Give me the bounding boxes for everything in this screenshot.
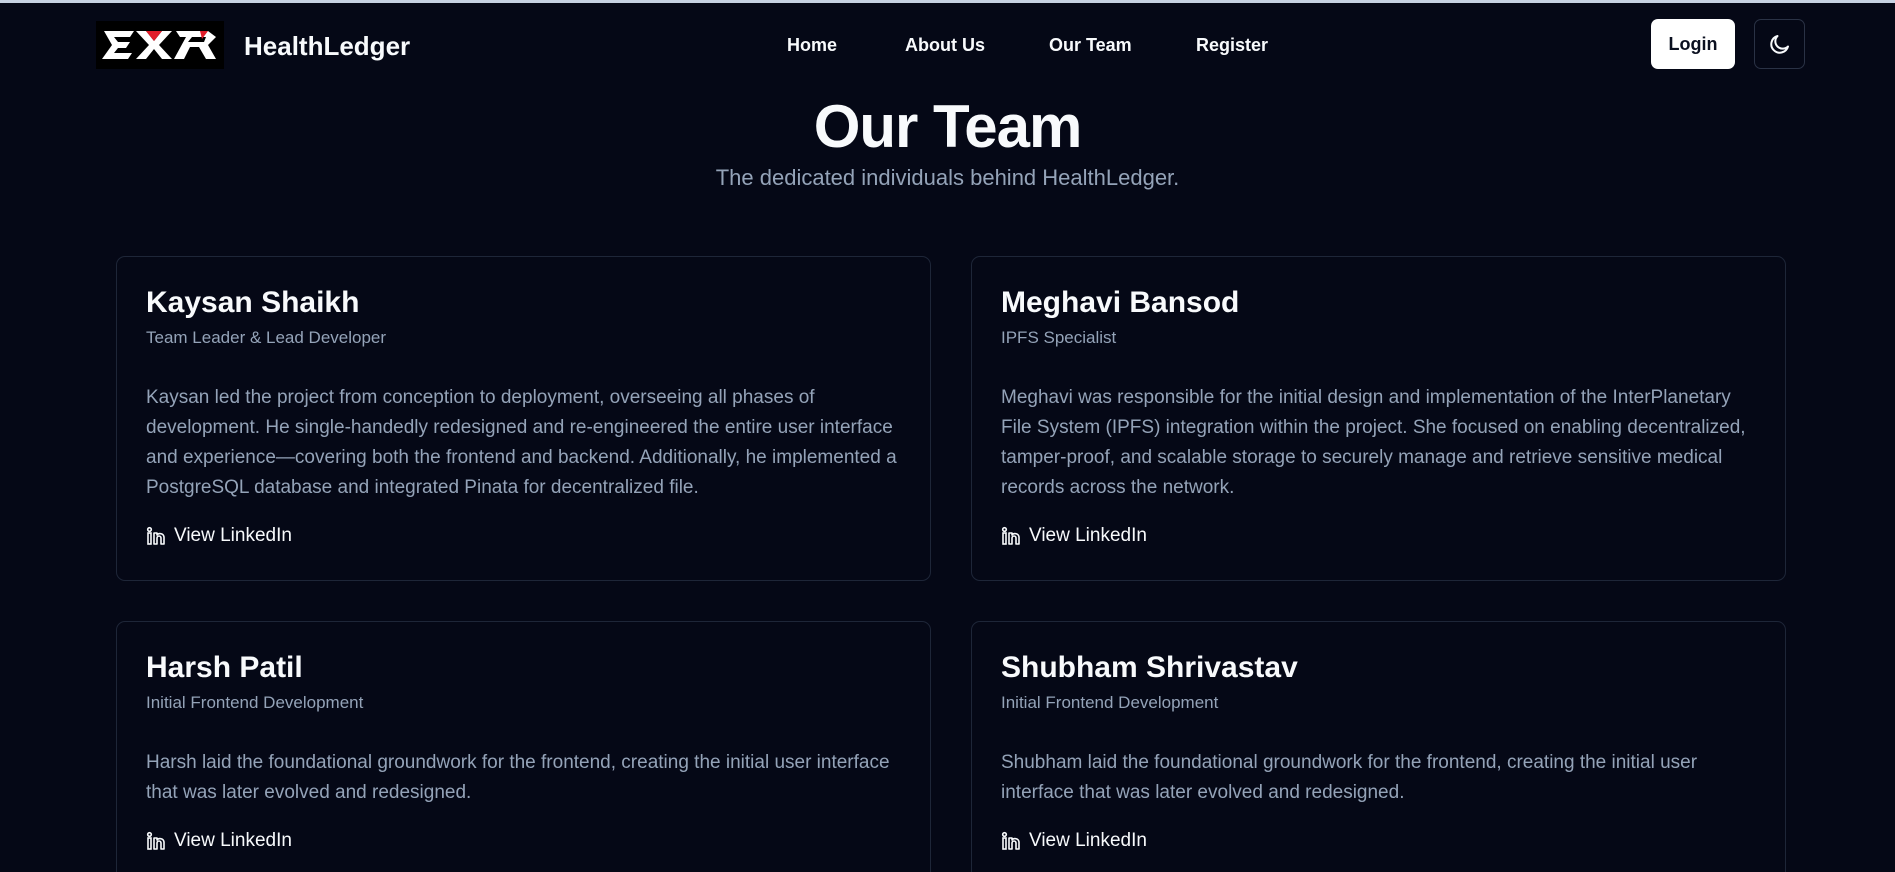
team-card-harsh-patil: Harsh Patil Initial Frontend Development… <box>116 621 931 872</box>
linkedin-icon <box>1001 526 1020 545</box>
member-name: Kaysan Shaikh <box>146 286 360 319</box>
linkedin-link[interactable]: View LinkedIn <box>146 525 292 547</box>
nav-home[interactable]: Home <box>787 35 837 56</box>
member-role: Initial Frontend Development <box>146 693 364 712</box>
page-title: Our Team <box>813 93 1083 160</box>
linkedin-link-label: View LinkedIn <box>1029 525 1147 546</box>
member-description: Harsh laid the foundational groundwork f… <box>146 752 890 803</box>
moon-icon <box>1769 35 1789 54</box>
linkedin-link-label: View LinkedIn <box>174 525 292 546</box>
theme-toggle-button[interactable] <box>1754 19 1805 69</box>
member-description: Meghavi was responsible for the initial … <box>1001 387 1746 498</box>
linkedin-link-label: View LinkedIn <box>174 830 292 851</box>
linkedin-link[interactable]: View LinkedIn <box>146 830 292 852</box>
linkedin-link[interactable]: View LinkedIn <box>1001 525 1147 547</box>
member-role: Team Leader & Lead Developer <box>146 328 387 347</box>
main-nav: Home About Us Our Team Register <box>0 35 1895 59</box>
member-name: Meghavi Bansod <box>1001 286 1240 319</box>
member-description: Shubham laid the foundational groundwork… <box>1001 752 1698 803</box>
linkedin-link-label: View LinkedIn <box>1029 830 1147 851</box>
team-card-kaysan-shaikh: Kaysan Shaikh Team Leader & Lead Develop… <box>116 256 931 581</box>
login-button[interactable]: Login <box>1651 19 1735 69</box>
linkedin-icon <box>146 526 165 545</box>
site-header: HealthLedger Home About Us Our Team Regi… <box>0 3 1895 83</box>
team-card-shubham-shrivastav: Shubham Shrivastav Initial Frontend Deve… <box>971 621 1786 872</box>
member-role: Initial Frontend Development <box>1001 693 1219 712</box>
linkedin-icon <box>1001 831 1020 850</box>
member-name: Harsh Patil <box>146 651 303 684</box>
member-name: Shubham Shrivastav <box>1001 651 1298 684</box>
member-role: IPFS Specialist <box>1001 328 1117 347</box>
nav-register[interactable]: Register <box>1196 35 1268 56</box>
nav-about-us[interactable]: About Us <box>905 35 985 56</box>
linkedin-link[interactable]: View LinkedIn <box>1001 830 1147 852</box>
page-subtitle: The dedicated individuals behind HealthL… <box>715 165 1180 190</box>
team-card-meghavi-bansod: Meghavi Bansod IPFS Specialist Meghavi w… <box>971 256 1786 581</box>
linkedin-icon <box>146 831 165 850</box>
nav-our-team[interactable]: Our Team <box>1049 35 1132 56</box>
member-description: Kaysan led the project from conception t… <box>146 387 897 498</box>
